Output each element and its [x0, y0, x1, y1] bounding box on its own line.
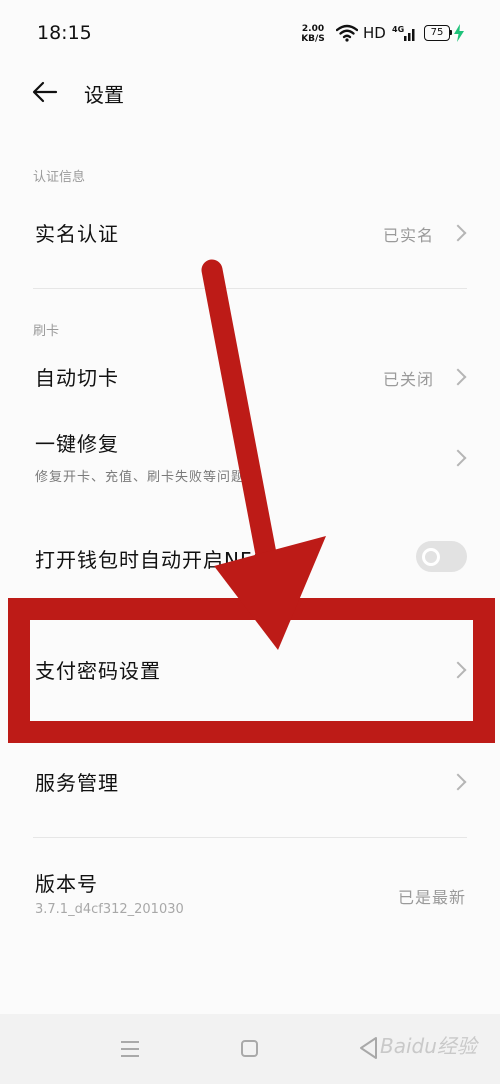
baidu-watermark: Baidu经验 [380, 1034, 477, 1058]
triangle-back-icon[interactable] [358, 1036, 378, 1060]
home-square-icon[interactable] [241, 1040, 258, 1057]
menu-icon[interactable] [120, 1040, 140, 1058]
red-arrow-annotation [201, 259, 326, 650]
